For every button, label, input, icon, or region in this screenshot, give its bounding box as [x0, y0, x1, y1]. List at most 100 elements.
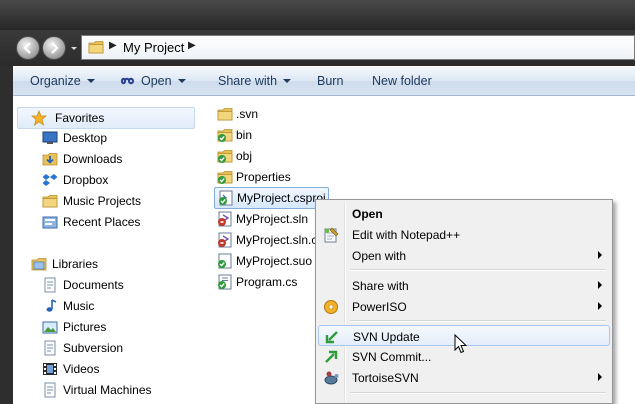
menu-item-label: SVN Update [353, 330, 420, 344]
file-row-program-cs[interactable]: Program.cs [217, 272, 307, 292]
svn-commit-icon [325, 350, 338, 363]
file-name: MyProject.sln [236, 212, 309, 226]
documents-icon [44, 277, 56, 293]
organize-button[interactable]: Organize [30, 74, 95, 88]
sidebar-item-downloads[interactable]: Downloads [42, 149, 192, 169]
address-bar[interactable]: ▶ My Project ▶ [81, 35, 635, 60]
poweriso-icon [324, 300, 338, 314]
star-icon [31, 110, 47, 126]
sidebar-item-recent-places[interactable]: Recent Places [42, 212, 192, 232]
menu-item-poweriso[interactable]: PowerISO [318, 296, 610, 317]
menu-item-label: Edit with Notepad++ [352, 228, 461, 242]
menu-item-share-with[interactable]: Share with [318, 275, 610, 296]
menu-item-open-with[interactable]: Open with [318, 245, 610, 266]
file-svn-modified-icon [218, 232, 232, 248]
file-name: Properties [236, 170, 291, 184]
folder-icon [42, 195, 58, 208]
sidebar-item-videos[interactable]: Videos [42, 359, 192, 379]
file-svn-ok-icon [218, 274, 232, 290]
mouse-pointer-icon [454, 334, 468, 354]
window-left-border [0, 66, 13, 404]
file-row-myproject-csproj[interactable]: MyProject.csproj [214, 187, 329, 209]
file-svn-modified-icon [218, 211, 232, 227]
arrow-right-icon [51, 42, 59, 54]
file-name: MyProject.suo [236, 254, 313, 268]
file-name: MyProject.sln.c [236, 233, 318, 247]
infinity-icon [120, 77, 135, 85]
command-toolbar: Organize Open Share with Burn New folder [13, 66, 635, 96]
file-row-myproject-sln-c[interactable]: MyProject.sln.c [217, 230, 318, 250]
sidebar-item-documents[interactable]: Documents [42, 275, 192, 295]
recent-places-icon [42, 216, 58, 229]
menu-item-label: Open with [352, 249, 407, 263]
open-button[interactable]: Open [120, 74, 186, 88]
sidebar-item-virtual-machines[interactable]: Virtual Machines [42, 380, 192, 400]
sidebar-item-label: Downloads [63, 152, 123, 166]
file-row-svn[interactable]: .svn [217, 104, 287, 124]
notepad-plus-plus-icon [324, 227, 339, 243]
sidebar-item-label: Pictures [63, 320, 107, 334]
sidebar-item-label: Music Projects [63, 194, 142, 208]
sidebar-item-music[interactable]: Music [42, 296, 192, 316]
breadcrumb-my-project[interactable]: My Project [123, 40, 184, 55]
libraries-label: Libraries [52, 257, 99, 271]
menu-item-label: SVN Commit... [352, 350, 432, 364]
sidebar-item-label: Videos [63, 362, 100, 376]
burn-button[interactable]: Burn [317, 74, 343, 88]
back-button[interactable] [16, 36, 40, 60]
caret-down-icon [177, 79, 186, 83]
submenu-arrow-icon [598, 373, 602, 381]
forward-button[interactable] [42, 36, 66, 60]
file-row-bin[interactable]: bin [217, 125, 287, 145]
downloads-folder-icon [42, 153, 58, 166]
folder-svn-ok-icon [217, 150, 233, 163]
submenu-arrow-icon [598, 281, 602, 289]
sidebar-item-desktop[interactable]: Desktop [42, 128, 192, 148]
file-name: .svn [236, 107, 259, 121]
menu-separator [350, 320, 606, 322]
new-folder-button[interactable]: New folder [372, 74, 432, 88]
file-row-properties[interactable]: Properties [217, 167, 307, 187]
share-with-label: Share with [218, 74, 278, 88]
dropbox-icon [42, 174, 58, 186]
context-menu: Open Edit with Notepad++ Open with Share… [315, 199, 613, 404]
menu-item-label: PowerISO [352, 300, 407, 314]
menu-item-label: Open [352, 207, 383, 221]
sidebar-item-music-projects[interactable]: Music Projects [42, 191, 192, 211]
menu-separator [350, 392, 606, 394]
tortoisesvn-icon [324, 371, 339, 385]
music-note-icon [46, 299, 57, 312]
virtual-machines-icon [44, 382, 56, 398]
libraries-icon [31, 258, 47, 271]
sidebar-item-label: Dropbox [63, 173, 109, 187]
window-titlebar [0, 0, 635, 30]
nav-favorites[interactable]: Favorites [17, 107, 195, 129]
submenu-arrow-icon [598, 251, 602, 259]
sidebar-item-label: Documents [63, 278, 124, 292]
sidebar-item-pictures[interactable]: Pictures [42, 317, 192, 337]
nav-libraries[interactable]: Libraries [31, 254, 191, 274]
sidebar-item-subversion[interactable]: Subversion [42, 338, 192, 358]
caret-down-icon [283, 79, 292, 83]
caret-down-icon [86, 79, 95, 83]
file-row-myproject-suo[interactable]: MyProject.suo [217, 251, 315, 271]
sidebar-item-dropbox[interactable]: Dropbox [42, 170, 192, 190]
file-row-myproject-sln[interactable]: MyProject.sln [217, 209, 315, 229]
share-with-button[interactable]: Share with [218, 74, 292, 88]
menu-item-tortoisesvn[interactable]: TortoiseSVN [318, 367, 610, 388]
breadcrumb-chevron-icon[interactable]: ▶ [109, 40, 117, 51]
breadcrumb-chevron-icon[interactable]: ▶ [188, 40, 196, 51]
recent-pages-dropdown[interactable] [69, 41, 79, 55]
file-name: obj [236, 149, 253, 163]
menu-item-edit-notepad[interactable]: Edit with Notepad++ [318, 224, 610, 245]
menu-item-open[interactable]: Open [318, 203, 610, 224]
file-row-obj[interactable]: obj [217, 146, 287, 166]
sidebar-item-label: Virtual Machines [63, 383, 152, 397]
videos-icon [43, 363, 57, 375]
folder-svn-ok-icon [217, 129, 233, 142]
sidebar-item-label: Recent Places [63, 215, 141, 229]
file-name: bin [236, 128, 253, 142]
file-name: MyProject.csproj [237, 191, 326, 205]
sidebar-item-label: Music [63, 299, 95, 313]
organize-label: Organize [30, 74, 81, 88]
